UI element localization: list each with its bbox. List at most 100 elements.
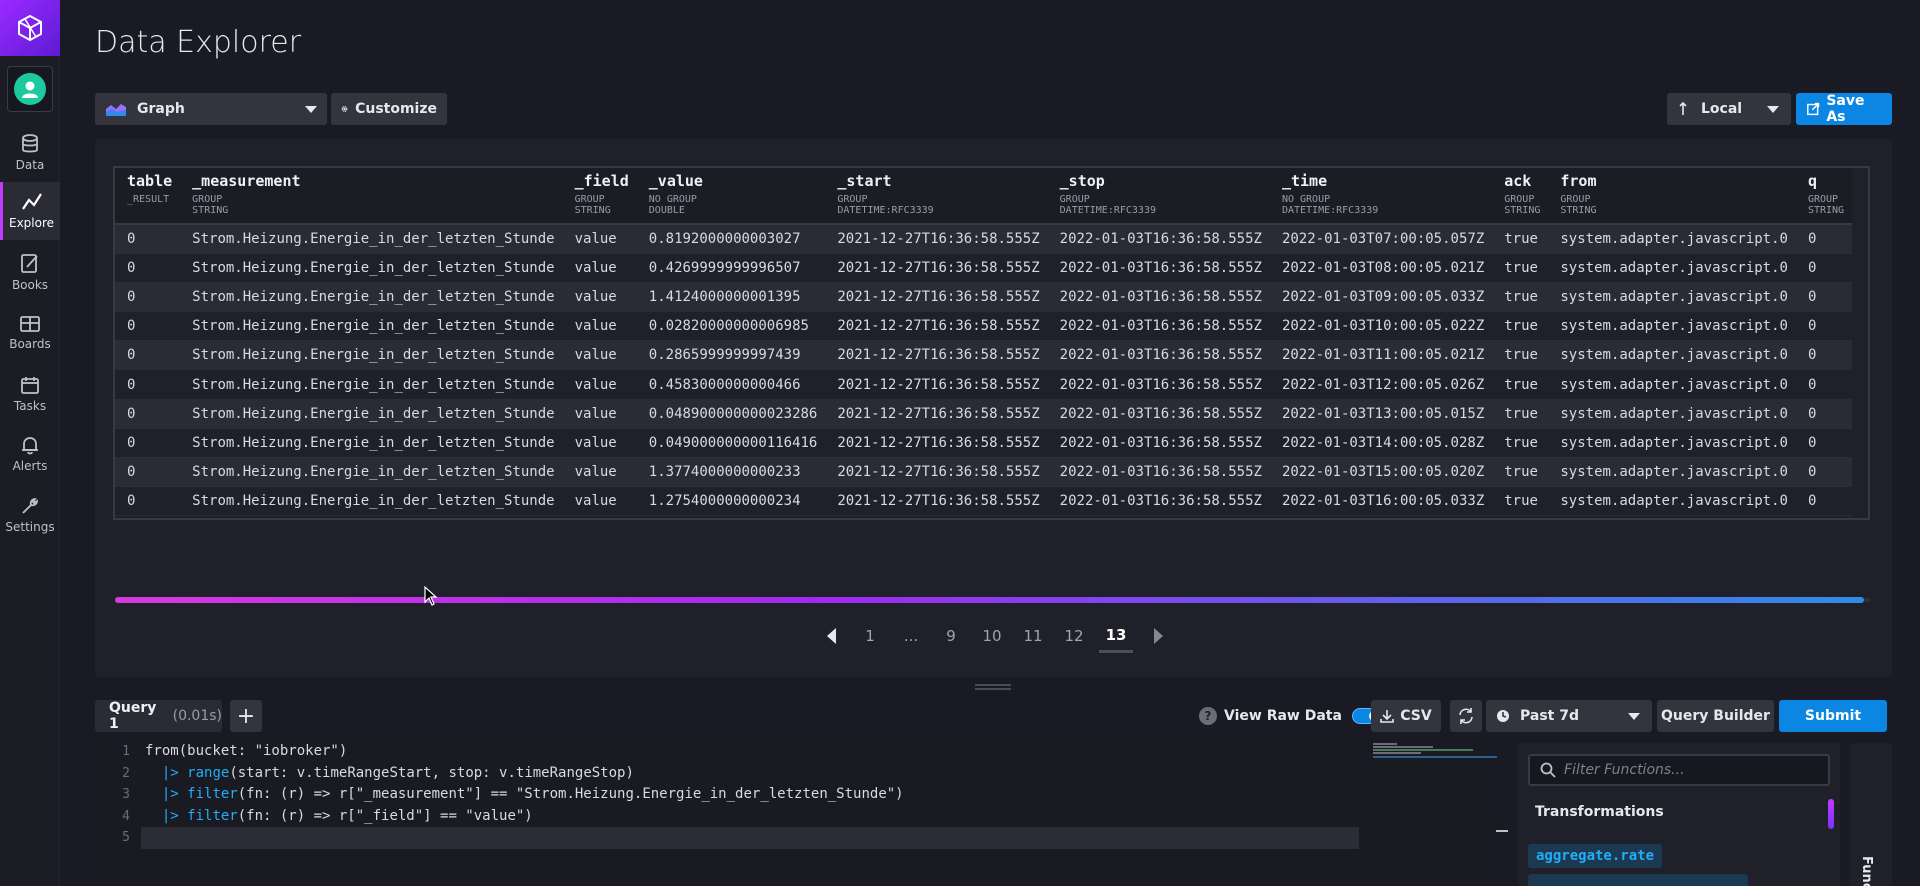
sidebar-item-settings[interactable]: Settings (0, 486, 60, 544)
add-query-button[interactable]: + (230, 700, 262, 732)
column-header[interactable]: q GROUP STRING (1795, 168, 1853, 225)
page-button[interactable]: 10 (975, 619, 1009, 653)
view-type-dropdown[interactable]: Graph (95, 93, 327, 125)
column-header[interactable]: _measurement GROUP STRING (180, 168, 563, 225)
influxdb-logo[interactable] (0, 0, 60, 56)
table-cell: 2022-01-03T07:00:05.057Z (1269, 224, 1493, 254)
line-number: 3 (122, 787, 130, 803)
timezone-dropdown[interactable]: Local (1667, 93, 1791, 125)
table-cell: value (562, 224, 637, 254)
sidebar-item-explore[interactable]: Explore (0, 182, 60, 240)
page-button[interactable]: 12 (1057, 619, 1091, 653)
table-cell: true (1492, 340, 1549, 371)
customize-button[interactable]: Customize (331, 93, 447, 125)
table-cell: true (1492, 486, 1549, 517)
table-cell: Strom.Heizung.Energie_in_der_letzten_Stu… (180, 224, 563, 254)
table-cell: true (1492, 311, 1549, 342)
table-cell: 0.2865999999997439 (636, 340, 826, 371)
csv-label: CSV (1400, 708, 1432, 724)
user-avatar-button[interactable] (7, 66, 53, 112)
next-page-button[interactable] (1141, 619, 1175, 653)
table-cell: 2021-12-27T16:36:58.555Z (825, 340, 1048, 371)
code-line[interactable]: from(bucket: "iobroker") (145, 741, 1365, 763)
table-cell: 0 (115, 399, 181, 429)
table-cell: 0 (115, 253, 181, 283)
functions-panel: Transformations aggregate.rate (1518, 743, 1840, 886)
code-minimap[interactable] (1369, 741, 1497, 886)
table-cell: 0 (115, 457, 181, 488)
download-icon (1380, 710, 1395, 723)
table-cell: 0 (115, 369, 181, 400)
gear-icon (341, 106, 348, 112)
filter-functions-input[interactable] (1564, 762, 1814, 778)
sidebar-item-alerts[interactable]: Alerts (0, 425, 60, 483)
page-button[interactable]: 9 (934, 619, 968, 653)
table-cell: 0 (1795, 457, 1853, 488)
prev-page-button[interactable] (814, 619, 848, 653)
caret-down-icon (1767, 106, 1779, 113)
time-range-dropdown[interactable]: Past 7d (1486, 700, 1652, 732)
code-lines[interactable]: from(bucket: "iobroker") |> range(start:… (141, 741, 1365, 849)
function-item[interactable] (1528, 874, 1748, 886)
table-cell: value (562, 253, 637, 283)
sidebar-item-tasks[interactable]: Tasks (0, 365, 60, 423)
page-button[interactable]: 11 (1016, 619, 1050, 653)
table-cell: 0.4269999999996507 (636, 253, 826, 283)
flux-code-editor[interactable]: 1 2 3 4 5 from(bucket: "iobroker") |> ra… (95, 741, 1365, 886)
horizontal-scrollbar-thumb[interactable] (115, 597, 1864, 603)
column-header[interactable]: _field GROUP STRING (562, 168, 637, 225)
table-cell: 0 (1795, 282, 1853, 313)
mouse-cursor-icon (424, 586, 438, 606)
query-builder-button[interactable]: Query Builder (1657, 700, 1774, 732)
column-header[interactable]: _stop GROUP DATETIME:RFC3339 (1047, 168, 1270, 225)
column-header[interactable]: from GROUP STRING (1548, 168, 1796, 225)
table-cell: 2022-01-03T10:00:05.022Z (1269, 311, 1493, 342)
notebook-icon (21, 254, 38, 273)
table-cell: true (1492, 253, 1549, 283)
table-cell: value (562, 486, 637, 517)
table-cell: system.adapter.javascript.0 (1548, 282, 1796, 313)
column-header[interactable]: _value NO GROUP DOUBLE (636, 168, 826, 225)
column-header[interactable]: _time NO GROUP DATETIME:RFC3339 (1269, 168, 1493, 225)
table-cell: 0 (1795, 428, 1853, 459)
user-icon (22, 81, 38, 98)
refresh-button[interactable] (1450, 700, 1482, 732)
csv-download-button[interactable]: CSV (1371, 700, 1441, 732)
table-cell: 0.4583000000000466 (636, 369, 826, 400)
column-header[interactable]: table _RESULT (115, 168, 181, 225)
function-item[interactable]: aggregate.rate (1528, 844, 1663, 868)
table-cell: 2022-01-03T16:36:58.555Z (1047, 253, 1270, 283)
sidebar-item-boards[interactable]: Boards (0, 304, 60, 362)
table-row: 0 Strom.Heizung.Energie_in_der_letzten_St… (115, 224, 1853, 254)
code-line[interactable]: |> range(start: v.timeRangeStart, stop: … (145, 763, 1365, 785)
column-header[interactable]: ack GROUP STRING (1492, 168, 1549, 225)
page-button[interactable]: 1 (853, 619, 887, 653)
wrench-icon (22, 498, 38, 514)
table-cell: 2022-01-03T16:36:58.555Z (1047, 399, 1270, 429)
raw-data-table: table _RESULT _measurement GROUP STRING _fiel… (113, 166, 1870, 520)
query-tab[interactable]: Query 1 (0.01s) (95, 700, 222, 732)
minimize-icon[interactable] (1496, 830, 1508, 832)
search-icon (1540, 762, 1556, 778)
query-tab-time: (0.01s) (172, 708, 222, 724)
code-line[interactable]: |> filter(fn: (r) => r["_field"] == "val… (145, 806, 1365, 828)
code-line-active[interactable] (141, 827, 1359, 849)
table-cell: 2022-01-03T11:00:05.021Z (1269, 340, 1493, 371)
column-header[interactable]: _start GROUP DATETIME:RFC3339 (825, 168, 1048, 225)
panel-resize-handle[interactable] (975, 684, 1011, 690)
functions-scrollbar[interactable] (1828, 799, 1834, 829)
app-root: Data Explore Books Boards Tasks Alerts S… (0, 0, 1920, 886)
view-raw-data-toggle[interactable]: ? View Raw Data (1199, 700, 1382, 732)
save-as-button[interactable]: Save As (1796, 93, 1892, 125)
sidebar-item-data[interactable]: Data (0, 124, 60, 182)
table-cell: value (562, 311, 637, 342)
table-cell: 1.2754000000000234 (636, 486, 826, 517)
sidebar-item-books[interactable]: Books (0, 243, 60, 301)
filter-functions-search[interactable] (1528, 754, 1830, 786)
help-icon[interactable]: ? (1199, 707, 1217, 725)
submit-button[interactable]: Submit (1779, 700, 1887, 732)
table-cell: 2021-12-27T16:36:58.555Z (825, 311, 1048, 342)
code-line[interactable]: |> filter(fn: (r) => r["_measurement"] =… (145, 784, 1365, 806)
table-cell: value (562, 340, 637, 371)
page-button-current[interactable]: 13 (1099, 619, 1133, 653)
